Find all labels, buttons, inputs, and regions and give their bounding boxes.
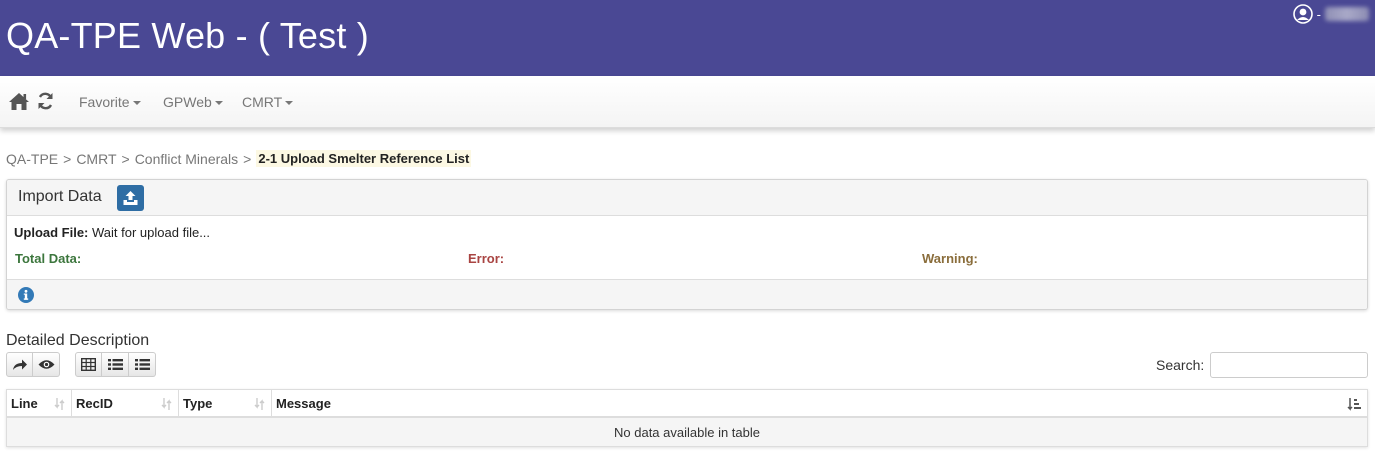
search-input[interactable] <box>1210 352 1368 378</box>
user-menu[interactable]: - <box>1292 4 1369 24</box>
panel-title: Import Data <box>18 188 102 205</box>
view-toolbar <box>75 352 156 377</box>
import-data-panel: Import Data Upload File: Wait for upload… <box>6 179 1368 310</box>
sort-icon <box>54 398 65 410</box>
column-header-line[interactable]: Line <box>7 390 72 416</box>
panel-footer <box>7 279 1367 309</box>
nav-menu-favorite[interactable]: Favorite <box>79 94 141 110</box>
export-toolbar <box>6 352 60 377</box>
list-detail-icon <box>134 359 150 370</box>
error-label: Error: <box>468 251 505 266</box>
column-header-message[interactable]: Message <box>272 390 1367 416</box>
home-icon[interactable] <box>8 92 30 111</box>
breadcrumb-separator: > <box>121 150 130 167</box>
breadcrumb: QA-TPE > CMRT > Conflict Minerals > 2-1 … <box>6 150 472 167</box>
sort-icon <box>161 398 172 410</box>
upload-file-status: Upload File: Wait for upload file... <box>14 225 210 240</box>
panel-heading: Import Data <box>7 180 1367 216</box>
list-view-button[interactable] <box>102 352 129 377</box>
visibility-button[interactable] <box>33 352 60 377</box>
user-avatar-icon[interactable] <box>1292 4 1313 24</box>
breadcrumb-item[interactable]: CMRT <box>76 151 116 167</box>
table-header: Line RecID Type Message <box>7 390 1367 418</box>
sort-icon <box>254 398 265 410</box>
column-header-type[interactable]: Type <box>179 390 272 416</box>
nav-menu-cmrt[interactable]: CMRT <box>242 94 294 110</box>
app-header: QA-TPE Web - ( Test ) - <box>0 0 1375 76</box>
detail-table: Line RecID Type Message No data availabl… <box>6 389 1368 447</box>
warning-label: Warning: <box>922 251 978 266</box>
list-icon <box>107 359 123 370</box>
caret-down-icon <box>214 101 223 105</box>
upload-button[interactable] <box>117 185 144 211</box>
detailed-description-title: Detailed Description <box>6 332 150 349</box>
search-label: Search: <box>1156 357 1205 373</box>
breadcrumb-separator: > <box>63 150 72 167</box>
breadcrumb-current: 2-1 Upload Smelter Reference List <box>256 150 472 167</box>
app-title: QA-TPE Web - ( Test ) <box>6 15 369 56</box>
upload-icon <box>123 191 138 205</box>
eye-icon <box>38 360 54 369</box>
info-icon[interactable] <box>18 287 34 303</box>
caret-down-icon <box>132 101 141 105</box>
breadcrumb-item[interactable]: QA-TPE <box>6 151 58 167</box>
breadcrumb-separator: > <box>243 150 252 167</box>
grid-view-button[interactable] <box>75 352 102 377</box>
breadcrumb-item[interactable]: Conflict Minerals <box>135 151 238 167</box>
nav-menu-gpweb[interactable]: GPWeb <box>163 94 223 110</box>
share-icon <box>12 359 27 370</box>
column-header-recid[interactable]: RecID <box>72 390 179 416</box>
user-separator: - <box>1316 6 1321 22</box>
refresh-icon[interactable] <box>37 92 54 110</box>
upload-file-value: Wait for upload file... <box>92 225 211 240</box>
share-button[interactable] <box>6 352 33 377</box>
grid-icon <box>81 358 96 371</box>
user-name-redacted <box>1325 7 1369 21</box>
empty-table-message: No data available in table <box>614 424 760 440</box>
caret-down-icon <box>285 101 294 105</box>
upload-file-label: Upload File: <box>14 225 89 240</box>
sort-ascending-icon <box>1347 398 1361 411</box>
detail-view-button[interactable] <box>129 352 156 377</box>
table-empty-row: No data available in table <box>7 418 1367 446</box>
main-navbar: Favorite GPWeb CMRT <box>0 76 1375 128</box>
total-data-label: Total Data: <box>15 251 82 266</box>
